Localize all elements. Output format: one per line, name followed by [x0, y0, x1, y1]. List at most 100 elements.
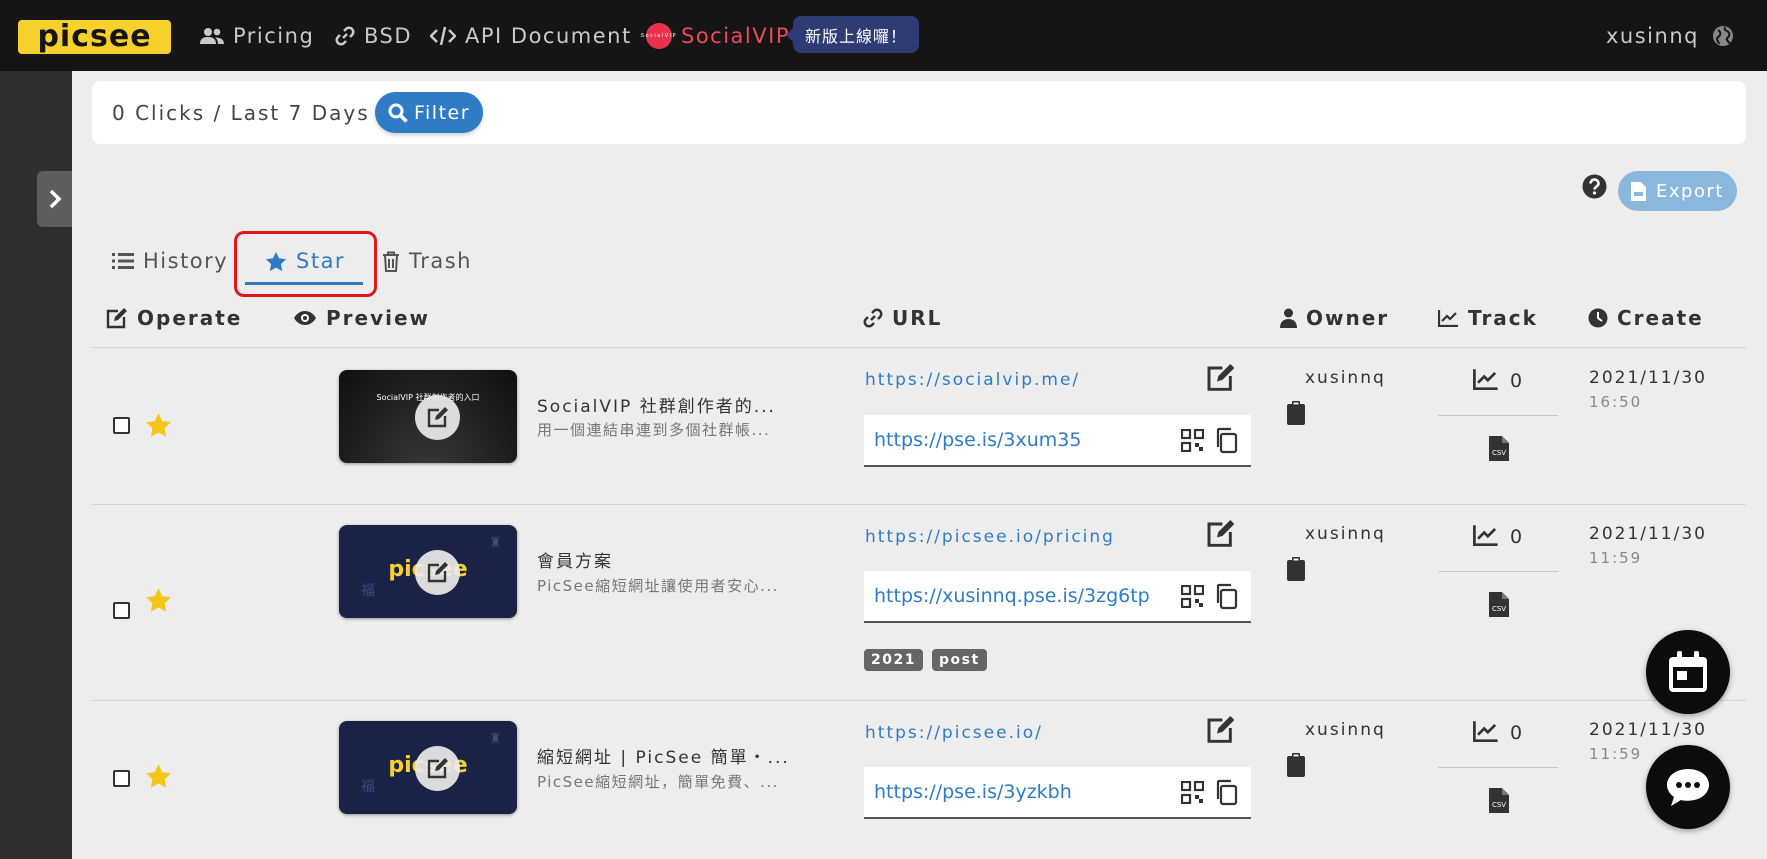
highlight-annotation: [234, 231, 377, 297]
user-name[interactable]: xusinnq: [1606, 0, 1699, 71]
tab-trash[interactable]: Trash: [382, 240, 472, 282]
eye-icon: [294, 311, 316, 325]
csv-download-icon[interactable]: CSV: [1489, 592, 1509, 621]
create-date: 2021/11/30: [1589, 524, 1707, 544]
decoration-icon: 福: [361, 779, 375, 795]
star-icon[interactable]: [145, 587, 172, 617]
clock-icon: [1588, 308, 1608, 328]
csv-download-icon[interactable]: CSV: [1489, 788, 1509, 817]
sidebar: [0, 71, 72, 859]
click-count: 0: [1510, 722, 1523, 744]
click-summary-text: 0 Clicks / Last 7 Days: [112, 100, 370, 125]
top-navbar: picsee Pricing BSD API Document SocialVI…: [0, 0, 1767, 71]
edit-url-icon[interactable]: [1206, 520, 1236, 552]
tab-trash-label: Trash: [409, 249, 472, 273]
link-description: PicSee縮短網址讓使用者安心...: [537, 577, 779, 595]
edit-icon: [427, 562, 448, 583]
star-icon[interactable]: [145, 763, 172, 793]
qrcode-icon[interactable]: [1180, 780, 1205, 808]
short-url-text[interactable]: https://pse.is/3xum35: [874, 415, 1081, 465]
edit-preview-button[interactable]: [415, 395, 460, 440]
chevron-right-icon: [49, 189, 61, 209]
picsee-logo[interactable]: picsee: [18, 20, 171, 54]
original-url-link[interactable]: https://socialvip.me/: [865, 370, 1080, 390]
filter-button-label: Filter: [413, 101, 471, 124]
chart-line-icon[interactable]: [1473, 524, 1499, 550]
short-url-text[interactable]: https://pse.is/3yzkbh: [874, 767, 1072, 817]
edit-icon: [427, 407, 448, 428]
nav-bsd[interactable]: BSD: [335, 0, 412, 71]
edit-preview-button[interactable]: [415, 550, 460, 595]
table-row: SocialVIP 社群創作者的入口 SocialVIP 社群創作者的... 用…: [92, 348, 1746, 505]
edit-url-icon[interactable]: [1206, 364, 1236, 396]
tag-badge[interactable]: 2021: [864, 649, 923, 671]
column-header-create: Create: [1588, 298, 1704, 338]
decoration-icon: ♜: [489, 731, 502, 747]
decoration-icon: ♜: [489, 535, 502, 551]
original-url-link[interactable]: https://picsee.io/pricing: [865, 527, 1115, 547]
table-row: ♜ 福 picsee 會員方案 PicSee縮短網址讓使用者安心... http…: [92, 505, 1746, 701]
socialvip-icon: SocialVIP: [641, 22, 676, 49]
clipboard-icon[interactable]: [1287, 557, 1305, 585]
globe-icon[interactable]: [1712, 25, 1734, 51]
row-checkbox[interactable]: [113, 770, 130, 787]
link-title: SocialVIP 社群創作者的...: [537, 397, 776, 417]
tag-badge[interactable]: post: [932, 649, 987, 671]
svg-text:CSV: CSV: [1492, 449, 1506, 457]
clipboard-icon[interactable]: [1287, 401, 1305, 429]
click-count: 0: [1510, 526, 1523, 548]
qrcode-icon[interactable]: [1180, 584, 1205, 612]
click-summary-bar: 0 Clicks / Last 7 Days Filter: [92, 81, 1746, 144]
link-preview-thumbnail[interactable]: SocialVIP 社群創作者的入口: [339, 370, 517, 463]
edit-icon: [427, 758, 448, 779]
nav-socialvip-label: SocialVIP: [681, 23, 790, 48]
owner-name: xusinnq: [1305, 368, 1386, 388]
create-time: 16:50: [1589, 393, 1643, 411]
export-button[interactable]: Export: [1618, 171, 1737, 211]
copy-icon[interactable]: [1214, 779, 1238, 810]
link-preview-thumbnail[interactable]: ♜ 福 picsee: [339, 525, 517, 618]
nav-bsd-label: BSD: [364, 23, 413, 48]
csv-file-icon: [1631, 181, 1647, 201]
clipboard-icon[interactable]: [1287, 753, 1305, 781]
trash-icon: [383, 251, 399, 272]
chat-icon: [1667, 769, 1709, 806]
link-title: 會員方案: [537, 552, 613, 572]
calendar-float-button[interactable]: [1646, 630, 1730, 714]
tab-history-label: History: [143, 249, 229, 273]
short-url-text[interactable]: https://xusinnq.pse.is/3zg6tp: [874, 571, 1150, 621]
nav-pricing[interactable]: Pricing: [200, 0, 314, 71]
star-icon[interactable]: [145, 412, 172, 442]
chart-line-icon[interactable]: [1473, 368, 1499, 394]
chart-line-icon[interactable]: [1473, 720, 1499, 746]
link-icon: [335, 26, 355, 45]
sidebar-toggle[interactable]: [37, 171, 72, 227]
row-checkbox[interactable]: [113, 417, 130, 434]
export-button-label: Export: [1656, 180, 1724, 202]
row-checkbox[interactable]: [113, 602, 130, 619]
nav-api-document[interactable]: API Document: [430, 0, 632, 71]
help-icon[interactable]: [1582, 174, 1607, 203]
owner-name: xusinnq: [1305, 720, 1386, 740]
link-description: PicSee縮短網址，簡單免費、...: [537, 773, 779, 791]
csv-download-icon[interactable]: CSV: [1489, 436, 1509, 465]
chat-float-button[interactable]: [1646, 745, 1730, 829]
users-icon: [200, 27, 224, 44]
copy-icon[interactable]: [1214, 427, 1238, 458]
edit-url-icon[interactable]: [1206, 716, 1236, 748]
decoration-icon: 福: [361, 583, 375, 599]
create-time: 11:59: [1589, 745, 1643, 763]
tab-history[interactable]: History: [112, 240, 228, 282]
qrcode-icon[interactable]: [1180, 428, 1205, 456]
create-date: 2021/11/30: [1589, 720, 1707, 740]
column-header-track: Track: [1438, 298, 1538, 338]
nav-socialvip[interactable]: SocialVIP SocialVIP: [641, 0, 790, 71]
filter-button[interactable]: Filter: [375, 92, 483, 133]
edit-icon: [106, 307, 127, 328]
edit-preview-button[interactable]: [415, 746, 460, 791]
code-icon: [430, 26, 456, 45]
copy-icon[interactable]: [1214, 583, 1238, 614]
original-url-link[interactable]: https://picsee.io/: [865, 723, 1043, 743]
link-preview-thumbnail[interactable]: ♜ 福 picsee: [339, 721, 517, 814]
calendar-icon: [1669, 651, 1707, 692]
